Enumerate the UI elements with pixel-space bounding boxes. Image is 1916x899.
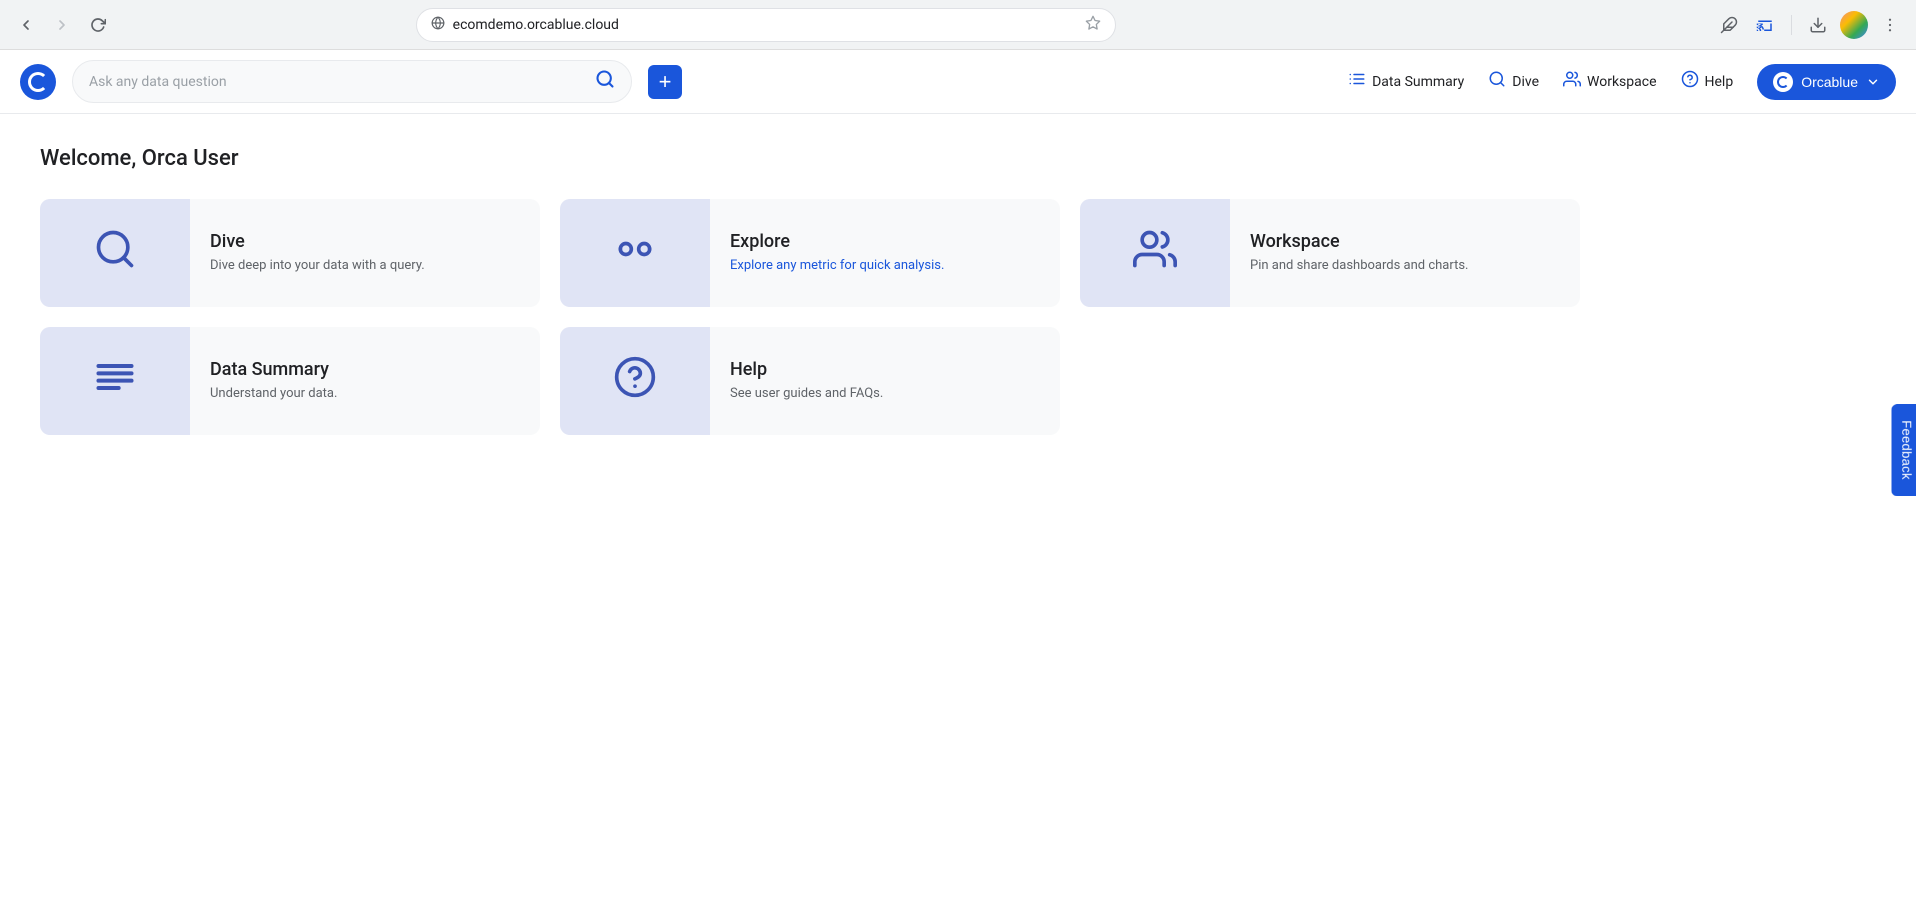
data-summary-card-text: Data Summary Understand your data. [190, 343, 357, 420]
orcablue-button[interactable]: Orcablue [1757, 64, 1896, 100]
explore-card-title: Explore [730, 231, 944, 252]
workspace-card-title: Workspace [1250, 231, 1468, 252]
header-nav: Data Summary Dive Workspace Help Orcablu… [1348, 64, 1896, 100]
explore-card[interactable]: Explore Explore any metric for quick ana… [560, 199, 1060, 307]
workspace-card-text: Workspace Pin and share dashboards and c… [1230, 215, 1488, 292]
menu-button[interactable] [1876, 11, 1904, 39]
dive-card[interactable]: Dive Dive deep into your data with a que… [40, 199, 540, 307]
nav-workspace-label: Workspace [1587, 74, 1657, 90]
dive-card-desc: Dive deep into your data with a query. [210, 256, 425, 276]
download-button[interactable] [1804, 11, 1832, 39]
data-summary-card-icon [93, 355, 137, 408]
extensions-button[interactable] [1715, 11, 1743, 39]
dive-card-text: Dive Dive deep into your data with a que… [190, 215, 445, 292]
cards-row-2: Data Summary Understand your data. Help … [40, 327, 1580, 435]
dive-card-icon [93, 227, 137, 280]
welcome-heading: Welcome, Orca User [40, 146, 1876, 171]
workspace-card[interactable]: Workspace Pin and share dashboards and c… [1080, 199, 1580, 307]
nav-data-summary-label: Data Summary [1372, 74, 1464, 90]
help-card-icon-area [560, 327, 710, 435]
data-summary-card-title: Data Summary [210, 359, 337, 380]
search-button[interactable] [595, 69, 615, 94]
back-button[interactable] [12, 11, 40, 39]
secure-icon [431, 16, 445, 34]
workspace-card-icon-area [1080, 199, 1230, 307]
divider [1791, 15, 1792, 35]
explore-card-desc: Explore any metric for quick analysis. [730, 256, 944, 276]
help-nav-icon [1681, 70, 1699, 93]
data-summary-card[interactable]: Data Summary Understand your data. [40, 327, 540, 435]
nav-help-label: Help [1705, 74, 1734, 90]
dive-card-title: Dive [210, 231, 425, 252]
dive-nav-icon [1488, 70, 1506, 93]
search-placeholder: Ask any data question [89, 74, 585, 90]
help-card-icon [613, 355, 657, 408]
feedback-button[interactable]: Feedback [1891, 404, 1916, 496]
nav-dive[interactable]: Dive [1488, 66, 1539, 97]
nav-dive-label: Dive [1512, 74, 1539, 90]
workspace-nav-icon [1563, 70, 1581, 93]
explore-card-icon [613, 227, 657, 280]
orcablue-label: Orcablue [1801, 74, 1858, 90]
workspace-card-icon [1133, 227, 1177, 280]
url-text: ecomdemo.orcablue.cloud [453, 17, 1077, 33]
data-summary-card-desc: Understand your data. [210, 384, 337, 404]
cards-row-1: Dive Dive deep into your data with a que… [40, 199, 1580, 307]
search-bar[interactable]: Ask any data question [72, 60, 632, 103]
nav-workspace[interactable]: Workspace [1563, 66, 1657, 97]
nav-data-summary[interactable]: Data Summary [1348, 66, 1464, 97]
dive-card-icon-area [40, 199, 190, 307]
nav-help[interactable]: Help [1681, 66, 1734, 97]
profile-avatar[interactable] [1840, 11, 1868, 39]
logo-ring [28, 72, 48, 92]
app-logo[interactable] [20, 64, 56, 100]
app-header: Ask any data question + Data Summary Div… [0, 50, 1916, 114]
forward-button[interactable] [48, 11, 76, 39]
address-bar[interactable]: ecomdemo.orcablue.cloud [416, 8, 1116, 42]
help-card[interactable]: Help See user guides and FAQs. [560, 327, 1060, 435]
help-card-desc: See user guides and FAQs. [730, 384, 883, 404]
orcablue-logo-ring [1777, 76, 1789, 88]
add-button[interactable]: + [648, 65, 682, 99]
data-summary-nav-icon [1348, 70, 1366, 93]
browser-chrome: ecomdemo.orcablue.cloud [0, 0, 1916, 50]
browser-actions [1715, 11, 1904, 39]
bookmark-icon[interactable] [1085, 15, 1101, 35]
orcablue-logo [1773, 72, 1793, 92]
help-card-text: Help See user guides and FAQs. [710, 343, 903, 420]
help-card-title: Help [730, 359, 883, 380]
explore-card-icon-area [560, 199, 710, 307]
data-summary-card-icon-area [40, 327, 190, 435]
chevron-down-icon [1866, 75, 1880, 89]
reload-button[interactable] [84, 11, 112, 39]
workspace-card-desc: Pin and share dashboards and charts. [1250, 256, 1468, 276]
explore-card-text: Explore Explore any metric for quick ana… [710, 215, 964, 292]
cast-button[interactable] [1751, 11, 1779, 39]
main-content: Welcome, Orca User Dive Dive deep into y… [0, 114, 1916, 467]
